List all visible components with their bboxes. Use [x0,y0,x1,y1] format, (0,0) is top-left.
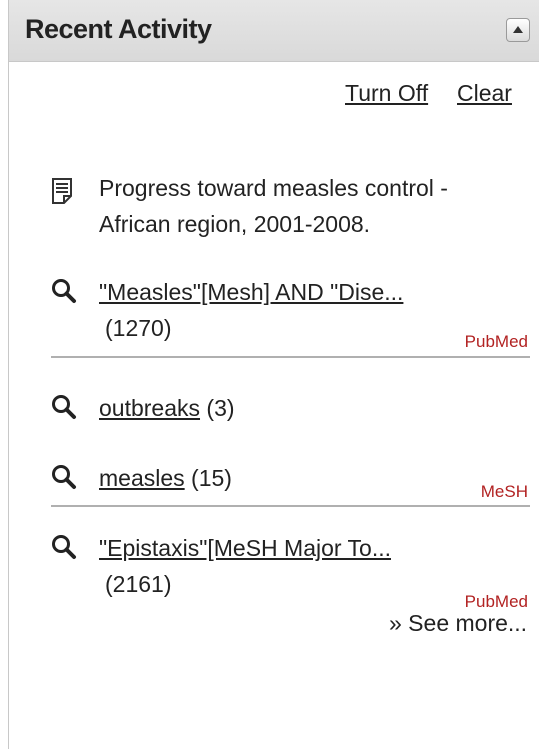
source-label: PubMed [464,592,528,611]
result-count: (2161) [105,571,172,597]
result-count: (3) [206,395,235,421]
result-count: (1270) [105,315,172,341]
collapse-up-arrow-icon [513,26,523,33]
search-query-link[interactable]: "Epistaxis"[MeSH Major To... [99,535,391,561]
panel-title: Recent Activity [25,14,212,44]
recent-activity-panel: Recent Activity Turn Off Clear Progress … [8,0,539,749]
search-query-link[interactable]: "Measles"[Mesh] AND "Dise... [99,279,403,305]
search-icon [52,465,76,489]
document-icon [52,178,72,204]
clear-link[interactable]: Clear [457,80,512,107]
source-label: PubMed [464,332,528,351]
panel-header: Recent Activity [9,0,539,62]
collapse-button[interactable] [506,18,530,42]
turn-off-link[interactable]: Turn Off [345,80,428,107]
document-title[interactable]: Progress toward measles control - Africa… [99,170,519,242]
source-label: MeSH [480,482,528,501]
result-count: (15) [191,465,232,491]
document-title-line1: Progress toward measles control - [99,175,448,201]
document-title-line2: African region, 2001-2008. [99,211,371,237]
search-query-link[interactable]: measles [99,465,185,491]
search-icon [52,279,76,303]
see-more-link[interactable]: » See more... [389,610,527,637]
divider [51,356,530,358]
search-query-link[interactable]: outbreaks [99,395,200,421]
search-icon [52,395,76,419]
search-icon [52,535,76,559]
divider [51,505,530,507]
